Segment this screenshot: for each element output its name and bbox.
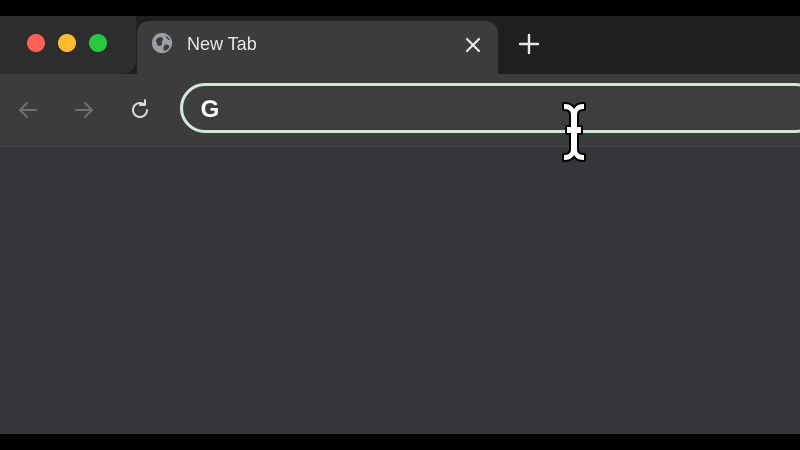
new-tab-page-content xyxy=(0,147,800,434)
new-tab-plus-icon[interactable] xyxy=(516,31,542,57)
close-window-button[interactable] xyxy=(27,34,45,52)
arrow-right-icon[interactable] xyxy=(70,96,98,124)
tab-title: New Tab xyxy=(187,34,257,54)
maximize-window-button[interactable] xyxy=(89,34,107,52)
address-input[interactable] xyxy=(233,94,797,124)
browser-window: New Tab G xyxy=(0,16,800,434)
minimize-window-button[interactable] xyxy=(58,34,76,52)
reload-icon[interactable] xyxy=(126,96,154,124)
arrow-left-icon[interactable] xyxy=(14,96,42,124)
svg-text:G: G xyxy=(201,96,220,122)
google-g-icon: G xyxy=(201,96,220,122)
globe-icon xyxy=(151,32,173,54)
title-bar: New Tab xyxy=(0,16,800,74)
address-bar[interactable]: G xyxy=(180,83,800,133)
tab-new-tab[interactable]: New Tab xyxy=(137,21,498,74)
navigation-toolbar: G xyxy=(0,74,800,147)
close-icon[interactable] xyxy=(461,33,485,57)
